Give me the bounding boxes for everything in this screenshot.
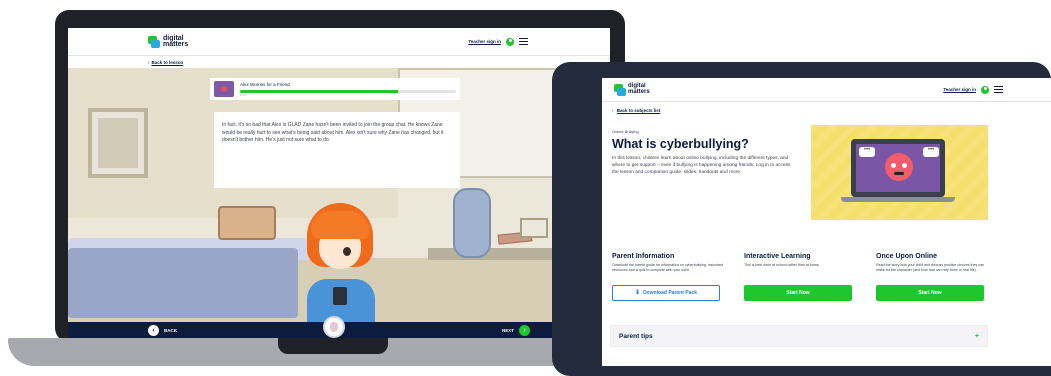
tablet-header: digital matters Teacher sign in xyxy=(602,78,1051,102)
story-text-card: In fact, it's so bad that Alex is GLAD Z… xyxy=(214,112,460,188)
page-title: What is cyberbullying? xyxy=(612,137,749,151)
logo[interactable]: digital matters xyxy=(614,83,650,96)
menu-icon[interactable] xyxy=(994,86,1003,93)
start-now-button[interactable]: Start Now xyxy=(876,285,984,301)
device-mockup-stage: digital matters Teacher sign in ‹ Back t… xyxy=(0,0,1051,376)
lesson-progress-card: Alex Worries for a Friend X of Y xyxy=(210,78,460,100)
chat-bubble-icon: ••• xyxy=(923,147,939,157)
header-actions: Teacher sign in xyxy=(468,37,528,46)
back-nav-button[interactable]: ‹ BACK xyxy=(148,324,177,336)
progress-bar-fill xyxy=(240,89,398,93)
logo-icon xyxy=(614,84,626,96)
phone-icon xyxy=(333,287,347,305)
chat-bubble-icon: ••• xyxy=(859,147,875,157)
scene-chair xyxy=(453,188,491,258)
scene-picture-frame xyxy=(88,108,148,178)
back-nav-label: BACK xyxy=(164,327,177,333)
column-title: Interactive Learning xyxy=(744,253,811,260)
chevron-right-icon: › xyxy=(519,324,530,336)
story-scene: Alex Worries for a Friend X of Y In fact… xyxy=(68,68,610,322)
audio-button[interactable] xyxy=(323,316,345,338)
teacher-sign-in-link[interactable]: Teacher sign in xyxy=(468,39,501,44)
logo-icon xyxy=(148,35,160,48)
accordion-label: Parent tips xyxy=(619,332,653,340)
logo-line-2: matters xyxy=(628,88,650,95)
logo-text: digital matters xyxy=(163,35,189,48)
next-nav-button[interactable]: NEXT › xyxy=(501,324,530,336)
scene-bed xyxy=(68,248,298,318)
logo-text: digital matters xyxy=(628,83,650,95)
cyberbullying-illustration: ••• ••• xyxy=(811,125,988,220)
download-icon: ⬇ xyxy=(635,290,641,296)
button-label: Start Now xyxy=(786,290,810,296)
column-title: Once Upon Online xyxy=(876,253,938,260)
column-text: Download the parent guide for informatio… xyxy=(612,263,723,272)
button-label: Download Parent Pack xyxy=(643,290,697,296)
microphone-icon xyxy=(330,322,338,332)
next-nav-label: NEXT xyxy=(501,327,514,333)
chevron-left-icon: ‹ xyxy=(148,324,159,336)
progress-label: X of Y xyxy=(240,93,247,97)
button-label: Start Now xyxy=(918,290,942,296)
user-icon[interactable] xyxy=(506,37,514,46)
back-link-label: Back to lesson xyxy=(151,59,184,65)
user-icon[interactable] xyxy=(981,85,989,94)
interactive-learning-column: Interactive Learning This is best done a… xyxy=(744,253,860,301)
lesson-description: In this lesson, children learn about onl… xyxy=(612,156,791,175)
column-text: This is best done at school rather than … xyxy=(744,263,820,267)
parent-tips-accordion[interactable]: Parent tips + xyxy=(610,325,988,347)
plus-icon: + xyxy=(974,332,979,340)
tablet-screen: digital matters Teacher sign in ‹ Back t… xyxy=(602,78,1051,366)
scene-photo-frame xyxy=(520,218,548,238)
back-to-lesson-link[interactable]: ‹ Back to lesson xyxy=(68,56,610,68)
story-text: In fact, it's so bad that Alex is GLAD Z… xyxy=(222,122,444,143)
lesson-thumbnail xyxy=(214,81,234,97)
angry-face-icon xyxy=(885,153,913,181)
progress-bar xyxy=(240,89,456,93)
lesson-title: Alex Worries for a Friend xyxy=(240,81,290,87)
teacher-sign-in-link[interactable]: Teacher sign in xyxy=(943,87,976,92)
download-parent-pack-button[interactable]: ⬇ Download Parent Pack xyxy=(612,285,720,301)
laptop-notch xyxy=(278,338,388,354)
character-alex xyxy=(301,203,381,322)
laptop-header: digital matters Teacher sign in xyxy=(68,28,610,56)
back-to-subjects-link[interactable]: ‹ Back to subjects list xyxy=(602,102,1051,113)
scene-pillow xyxy=(218,206,276,240)
lesson-options: Parent Information Download the parent g… xyxy=(612,253,992,301)
parent-information-column: Parent Information Download the parent g… xyxy=(612,253,728,301)
start-now-button[interactable]: Start Now xyxy=(744,285,852,301)
laptop-screen: digital matters Teacher sign in ‹ Back t… xyxy=(68,28,610,338)
lesson-category: Online Bullying xyxy=(612,129,639,134)
once-upon-online-column: Once Upon Online Read the story with you… xyxy=(876,253,992,301)
header-actions: Teacher sign in xyxy=(943,85,1003,94)
logo[interactable]: digital matters xyxy=(148,35,189,48)
lesson-hero: Online Bullying What is cyberbullying? I… xyxy=(602,113,1051,220)
logo-line-2: matters xyxy=(163,40,189,48)
menu-icon[interactable] xyxy=(519,38,528,45)
column-text: Read the story with your child and discu… xyxy=(876,263,985,272)
column-title: Parent Information xyxy=(612,253,675,260)
chevron-left-icon: ‹ xyxy=(148,59,150,65)
